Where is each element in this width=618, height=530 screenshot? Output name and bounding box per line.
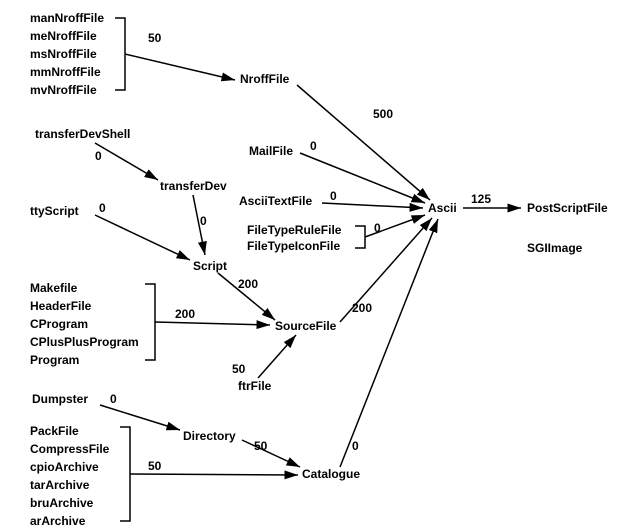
edge-Dumpster-Directory [100,405,180,430]
node-tarArchive: tarArchive [30,478,90,492]
bracket-filetype [355,226,365,248]
node-mmNroffFile: mmNroffFile [30,65,101,79]
node-Directory: Directory [183,429,236,443]
node-FileTypeRuleFile: FileTypeRuleFile [247,223,342,237]
node-CProgram: CProgram [30,317,88,331]
node-SourceFile: SourceFile [275,319,337,333]
node-FileTypeIconFile: FileTypeIconFile [247,239,340,253]
edge-NroffFile-Ascii [297,85,430,200]
weight-progGroup-SourceFile: 200 [175,307,195,321]
edge-nroffGroup-NroffFile [125,54,235,80]
node-NroffFile: NroffFile [240,72,290,86]
edge-ftrFile-SourceFile [258,335,296,378]
node-Dumpster: Dumpster [32,392,88,406]
weight-ftrFile-SourceFile: 50 [232,362,246,376]
weight-SourceFile-Ascii: 200 [352,301,372,315]
node-CompressFile: CompressFile [30,442,110,456]
node-arArchive: arArchive [30,514,86,528]
node-transferDevShell: transferDevShell [35,127,130,141]
bracket-archive [120,427,130,521]
node-CPlusPlusProgram: CPlusPlusProgram [30,335,139,349]
node-bruArchive: bruArchive [30,496,94,510]
node-ftrFile: ftrFile [238,379,272,393]
node-mvNroffFile: mvNroffFile [30,83,97,97]
weight-Ascii-PostScriptFile: 125 [471,192,491,206]
weight-archiveGroup-Catalogue: 50 [148,459,162,473]
node-SGIImage: SGIImage [527,241,583,255]
weight-AsciiTextFile-Ascii: 0 [330,189,337,203]
weight-MailFile-Ascii: 0 [310,139,317,153]
edge-MailFile-Ascii [300,153,425,203]
node-transferDev: transferDev [160,179,227,193]
node-MailFile: MailFile [249,144,293,158]
weight-Catalogue-Ascii: 0 [352,439,359,453]
node-manNroffFile: manNroffFile [30,11,104,25]
weight-Script-SourceFile: 200 [238,277,258,291]
weight-FileTypeGroup-Ascii: 0 [374,221,381,235]
edge-AsciiTextFile-Ascii [322,203,423,208]
weight-transferDev-Script: 0 [200,214,207,228]
edge-transferDevShell-transferDev [95,143,158,180]
bracket-program [145,284,155,360]
node-Script: Script [193,259,227,273]
edge-ttyScript-Script [95,215,190,260]
diagram-canvas: manNroffFile meNroffFile msNroffFile mmN… [0,0,618,530]
weight-ttyScript-Script: 0 [99,201,106,215]
node-Program: Program [30,353,79,367]
edge-archiveGroup-Catalogue [130,474,298,475]
node-ttyScript: ttyScript [30,204,79,218]
node-AsciiTextFile: AsciiTextFile [239,194,312,208]
node-HeaderFile: HeaderFile [30,299,92,313]
node-cpioArchive: cpioArchive [30,460,99,474]
weight-transferDevShell-transferDev: 0 [95,149,102,163]
node-Catalogue: Catalogue [302,467,360,481]
weight-Directory-Catalogue: 50 [254,439,268,453]
edge-Catalogue-Ascii [340,219,438,467]
node-Makefile: Makefile [30,281,78,295]
edge-progGroup-SourceFile [155,322,270,325]
node-PackFile: PackFile [30,424,79,438]
node-Ascii: Ascii [428,201,457,215]
node-PostScriptFile: PostScriptFile [527,201,608,215]
node-meNroffFile: meNroffFile [30,29,97,43]
node-msNroffFile: msNroffFile [30,47,97,61]
bracket-nroff [115,18,125,90]
weight-Dumpster-Directory: 0 [110,392,117,406]
weight-nroffGroup-NroffFile: 50 [148,31,162,45]
weight-NroffFile-Ascii: 500 [373,107,393,121]
edge-Directory-Catalogue [242,440,300,467]
